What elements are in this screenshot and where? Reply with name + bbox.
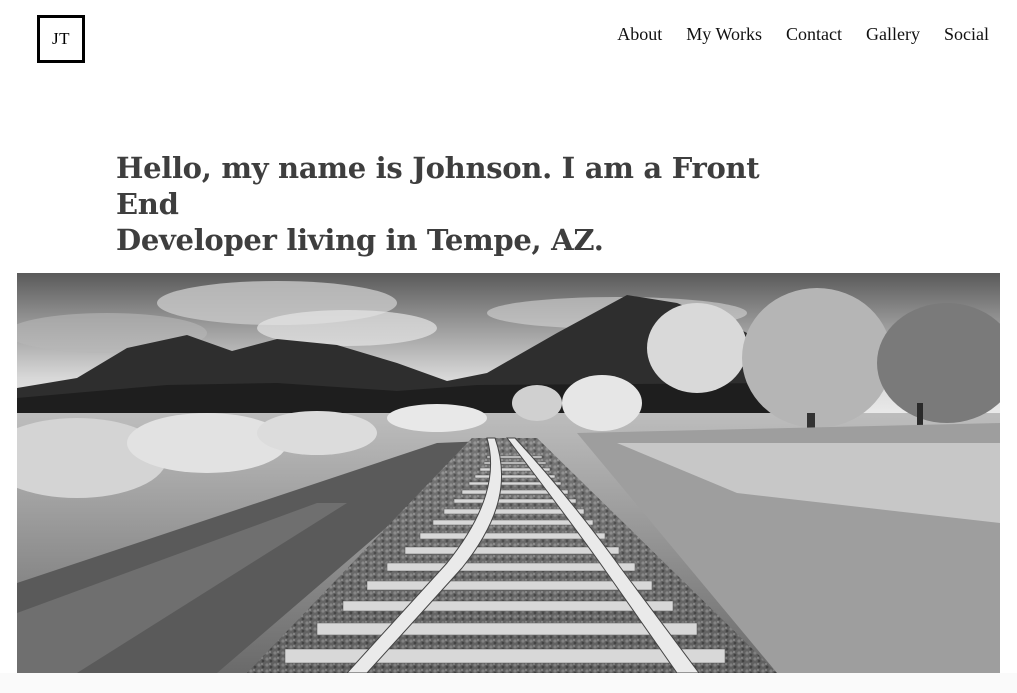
logo[interactable]: JT [37, 15, 85, 63]
nav-contact[interactable]: Contact [786, 22, 842, 46]
nav-my-works[interactable]: My Works [686, 22, 762, 46]
hero-heading: Hello, my name is Johnson. I am a Front … [116, 150, 796, 258]
nav-social[interactable]: Social [944, 22, 989, 46]
nav-about[interactable]: About [617, 22, 662, 46]
hero-line-2: Developer living in Tempe, AZ. [116, 223, 604, 257]
railroad-landscape-image [17, 273, 1000, 673]
nav-gallery[interactable]: Gallery [866, 22, 920, 46]
hero-photo [17, 273, 1000, 673]
logo-text: JT [52, 29, 70, 48]
page: JT About My Works Contact Gallery Social… [0, 0, 1017, 693]
main-nav: About My Works Contact Gallery Social [617, 22, 989, 46]
page-bottom-edge [0, 673, 1017, 693]
hero-line-1: Hello, my name is Johnson. I am a Front … [116, 151, 760, 221]
